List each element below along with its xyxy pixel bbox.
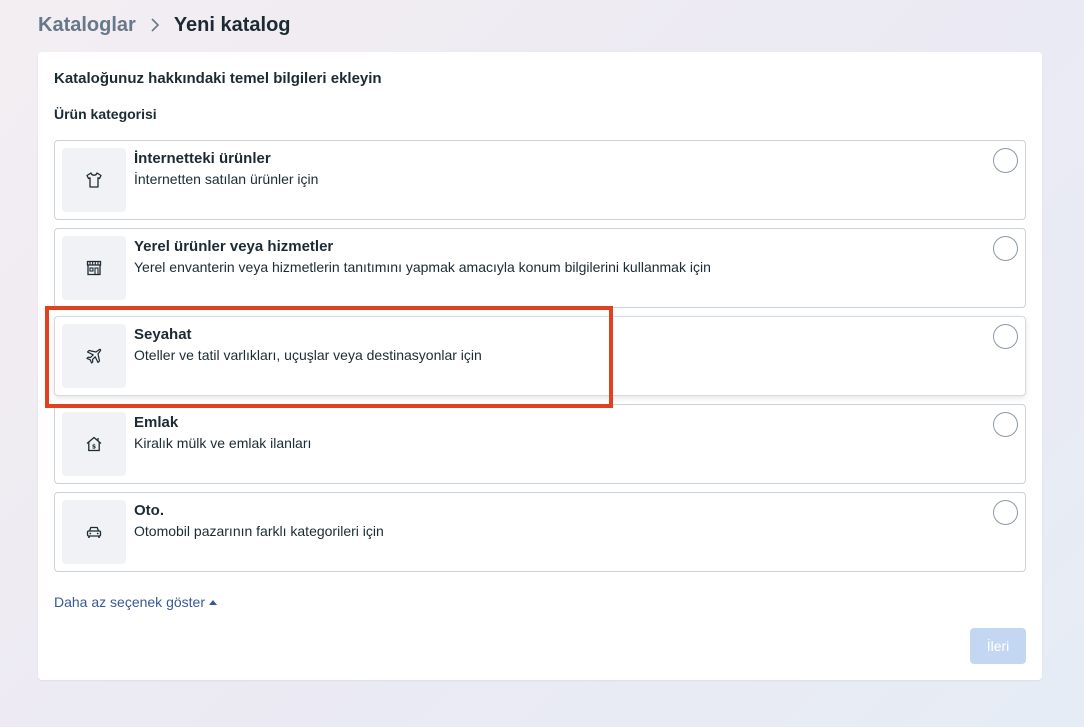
option-description: İnternetten satılan ürünler için [134,171,319,187]
caret-up-icon [208,599,217,605]
breadcrumb: Kataloglar Yeni katalog [38,12,291,38]
storefront-icon [62,236,126,300]
catalog-form-card: Kataloğunuz hakkındaki temel bilgileri e… [38,52,1042,680]
option-online-products[interactable]: İnternetteki ürünler İnternetten satılan… [54,140,1026,220]
option-radio[interactable] [993,500,1018,525]
show-less-options-link[interactable]: Daha az seçenek göster [54,594,217,610]
chevron-right-icon [150,17,160,33]
airplane-icon [62,324,126,388]
option-radio[interactable] [993,148,1018,173]
option-travel[interactable]: Seyahat Oteller ve tatil varlıkları, uçu… [54,316,1026,396]
show-less-label: Daha az seçenek göster [54,594,205,610]
option-description: Oteller ve tatil varlıkları, uçuşlar vey… [134,347,482,363]
option-local-products[interactable]: Yerel ürünler veya hizmetler Yerel envan… [54,228,1026,308]
tshirt-icon [62,148,126,212]
next-button[interactable]: İleri [970,628,1026,664]
option-description: Yerel envanterin veya hizmetlerin tanıtı… [134,259,711,275]
option-auto[interactable]: Oto. Otomobil pazarının farklı kategoril… [54,492,1026,572]
option-real-estate[interactable]: $ Emlak Kiralık mülk ve emlak ilanları [54,404,1026,484]
option-radio[interactable] [993,236,1018,261]
car-icon [62,500,126,564]
option-description: Kiralık mülk ve emlak ilanları [134,435,312,451]
card-title: Kataloğunuz hakkındaki temel bilgileri e… [54,70,382,87]
option-title: Emlak [134,414,179,431]
breadcrumb-current: Yeni katalog [173,13,291,36]
breadcrumb-parent-link[interactable]: Kataloglar [38,14,136,37]
option-title: Oto. [134,502,164,519]
product-category-label: Ürün kategorisi [54,106,157,122]
option-title: İnternetteki ürünler [134,150,271,167]
option-description: Otomobil pazarının farklı kategorileri i… [134,523,384,539]
option-title: Yerel ürünler veya hizmetler [134,238,334,255]
option-radio[interactable] [993,324,1018,349]
option-title: Seyahat [134,326,192,343]
house-icon: $ [62,412,126,476]
svg-text:$: $ [92,444,96,451]
option-radio[interactable] [993,412,1018,437]
